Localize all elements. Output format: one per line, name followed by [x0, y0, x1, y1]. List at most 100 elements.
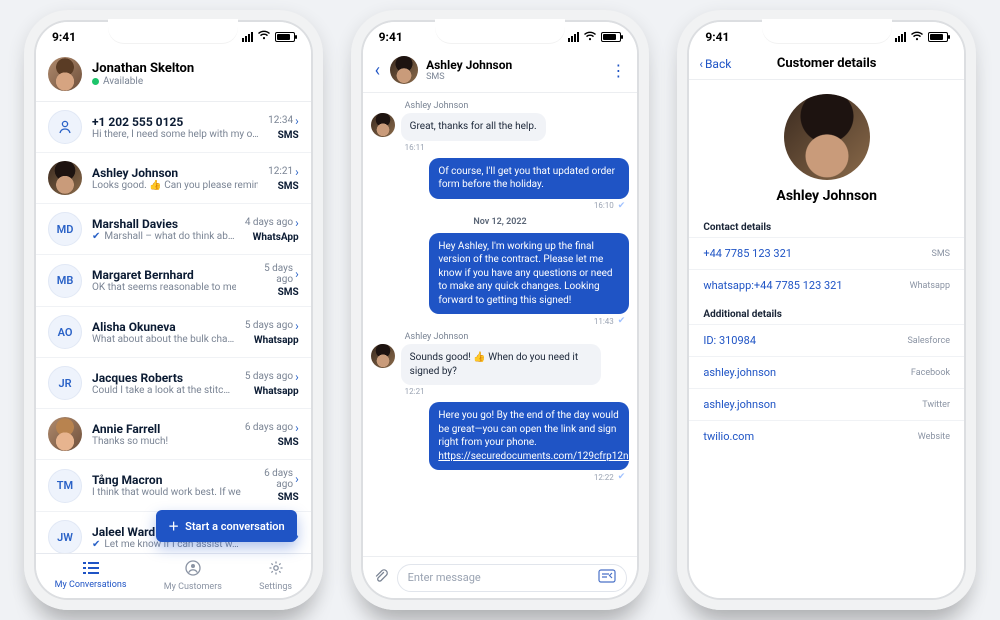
signal-icon [568, 32, 579, 42]
templates-icon[interactable] [598, 569, 616, 586]
customer-name: Ashley Johnson [776, 188, 877, 204]
wifi-icon [910, 31, 924, 44]
tab-settings[interactable]: Settings [259, 560, 292, 592]
conversation-channel: SMS [245, 437, 299, 448]
tab-my-conversations[interactable]: My Conversations [55, 562, 127, 590]
detail-value[interactable]: ID: 310984 [703, 334, 756, 347]
battery-icon [275, 32, 295, 42]
message-time: 16:10✔ [371, 201, 630, 211]
conversation-list[interactable]: +1 202 555 0125Hi there, I need some hel… [36, 102, 311, 553]
phone-conversations: 9:41 Jonathan Skelton Available +1 202 5… [24, 10, 323, 610]
message-bubble: Of course, I'll get you that updated ord… [429, 158, 629, 199]
message-out: Hey Ashley, I'm working up the final ver… [371, 233, 630, 315]
section-contact-heading: Contact details [689, 214, 964, 237]
back-button[interactable]: ‹Back [699, 57, 731, 71]
conversation-time: 5 days ago› [245, 319, 299, 333]
detail-row[interactable]: twilio.comWebsite [689, 420, 964, 452]
detail-value[interactable]: whatsapp:+44 7785 123 321 [703, 279, 842, 292]
wifi-icon [583, 31, 597, 44]
avatar [48, 161, 82, 195]
attachment-button[interactable] [373, 568, 389, 588]
conversation-row[interactable]: Annie FarrellThanks so much!6 days ago›S… [36, 409, 311, 460]
message-in: Great, thanks for all the help. [371, 113, 630, 141]
detail-tag: Facebook [911, 368, 950, 378]
detail-row[interactable]: ID: 310984 Salesforce [689, 324, 964, 356]
detail-value[interactable]: ashley.johnson [703, 398, 776, 411]
agent-avatar[interactable] [48, 57, 82, 91]
agent-availability[interactable]: Available [92, 76, 194, 87]
notch [762, 19, 892, 43]
status-time: 9:41 [379, 30, 403, 44]
conversation-row[interactable]: MDMarshall Davies✔Marshall – what do thi… [36, 204, 311, 255]
conversation-preview: Hi there, I need some help with my o… [92, 129, 258, 140]
detail-value[interactable]: +44 7785 123 321 [703, 247, 792, 260]
detail-row[interactable]: +44 7785 123 321SMS [689, 237, 964, 269]
avatar-initials: MD [48, 212, 82, 246]
conversation-row[interactable]: MBMargaret BernhardOK that seems reasona… [36, 255, 311, 307]
detail-value[interactable]: twilio.com [703, 430, 754, 443]
agent-header: Jonathan Skelton Available [36, 51, 311, 102]
contact-avatar[interactable] [390, 56, 418, 84]
tab-bar: My Conversations My Customers Settings [36, 553, 311, 598]
detail-value[interactable]: ashley.johnson [703, 366, 776, 379]
conversation-channel: SMS [246, 287, 299, 298]
battery-icon [601, 32, 621, 42]
conversation-channel: WhatsApp [245, 232, 299, 243]
back-button[interactable]: ‹ [373, 60, 382, 81]
detail-row[interactable]: ashley.johnson Facebook [689, 356, 964, 388]
conversation-row[interactable]: TMTång MacronI think that would work bes… [36, 460, 311, 512]
message-time: 11:43✔ [371, 316, 630, 326]
avatar-initials: AO [48, 315, 82, 349]
tab-my-customers[interactable]: My Customers [164, 560, 222, 592]
section-additional-heading: Additional details [689, 301, 964, 324]
conversation-channel: Whatsapp [245, 335, 299, 346]
chevron-right-icon: › [295, 165, 299, 179]
contact-name: Ashley Johnson [426, 58, 512, 72]
status-time: 9:41 [52, 30, 76, 44]
notch [435, 19, 565, 43]
delivered-check-icon: ✔ [618, 201, 626, 211]
detail-tag: Twitter [922, 400, 950, 410]
message-sender: Ashley Johnson [405, 332, 630, 342]
message-input[interactable]: Enter message [397, 564, 628, 592]
message-time: 12:21 [371, 387, 630, 396]
conversation-preview: Could I take a look at the stitc… [92, 385, 235, 396]
detail-tag: Whatsapp [910, 281, 950, 291]
start-conversation-button[interactable]: ＋ Start a conversation [156, 510, 297, 542]
conversation-time: 6 days ago› [245, 421, 299, 435]
conversation-title: Jacques Roberts [92, 371, 235, 385]
avatar-initials: JW [48, 520, 82, 553]
conversation-channel: SMS [268, 130, 299, 141]
message-bubble: Hey Ashley, I'm working up the final ver… [429, 233, 629, 315]
more-menu-button[interactable]: ⋮ [610, 61, 627, 80]
conversation-row[interactable]: +1 202 555 0125Hi there, I need some hel… [36, 102, 311, 153]
conversation-title: Annie Farrell [92, 422, 235, 436]
avatar-initials: MB [48, 264, 82, 298]
chevron-right-icon: › [295, 267, 299, 281]
avatar [371, 113, 395, 137]
detail-row[interactable]: ashley.johnson Twitter [689, 388, 964, 420]
conversation-time: 5 days ago› [245, 370, 299, 384]
message-out: Of course, I'll get you that updated ord… [371, 158, 630, 199]
notch [108, 19, 238, 43]
conversation-time: 4 days ago› [245, 216, 299, 230]
chevron-right-icon: › [295, 319, 299, 333]
message-sender: Ashley Johnson [405, 101, 630, 111]
message-bubble: Great, thanks for all the help. [401, 113, 546, 141]
conversation-time: 12:34› [268, 114, 299, 128]
person-circle-icon [185, 560, 201, 580]
composer: Enter message [363, 556, 638, 598]
detail-tag: Salesforce [907, 336, 950, 346]
page-title: Customer details [777, 56, 877, 71]
message-time: 12:22✔ [371, 472, 630, 482]
message-link[interactable]: https://securedocuments.com/129cfrp12n05… [438, 451, 637, 462]
conversation-row[interactable]: Ashley JohnsonLooks good. 👍 Can you plea… [36, 153, 311, 204]
conversation-row[interactable]: JR Jacques RobertsCould I take a look at … [36, 358, 311, 409]
details-header: ‹Back Customer details [689, 52, 964, 80]
chat-body[interactable]: Ashley Johnson Great, thanks for all the … [363, 93, 638, 556]
conversation-channel: SMS [268, 181, 299, 192]
conversation-row[interactable]: AOAlisha OkunevaWhat about about the bul… [36, 307, 311, 358]
conversation-preview: I think that would work best. If we co… [92, 487, 241, 498]
avatar-initials: JR [48, 366, 82, 400]
detail-row[interactable]: whatsapp:+44 7785 123 321 Whatsapp [689, 269, 964, 301]
